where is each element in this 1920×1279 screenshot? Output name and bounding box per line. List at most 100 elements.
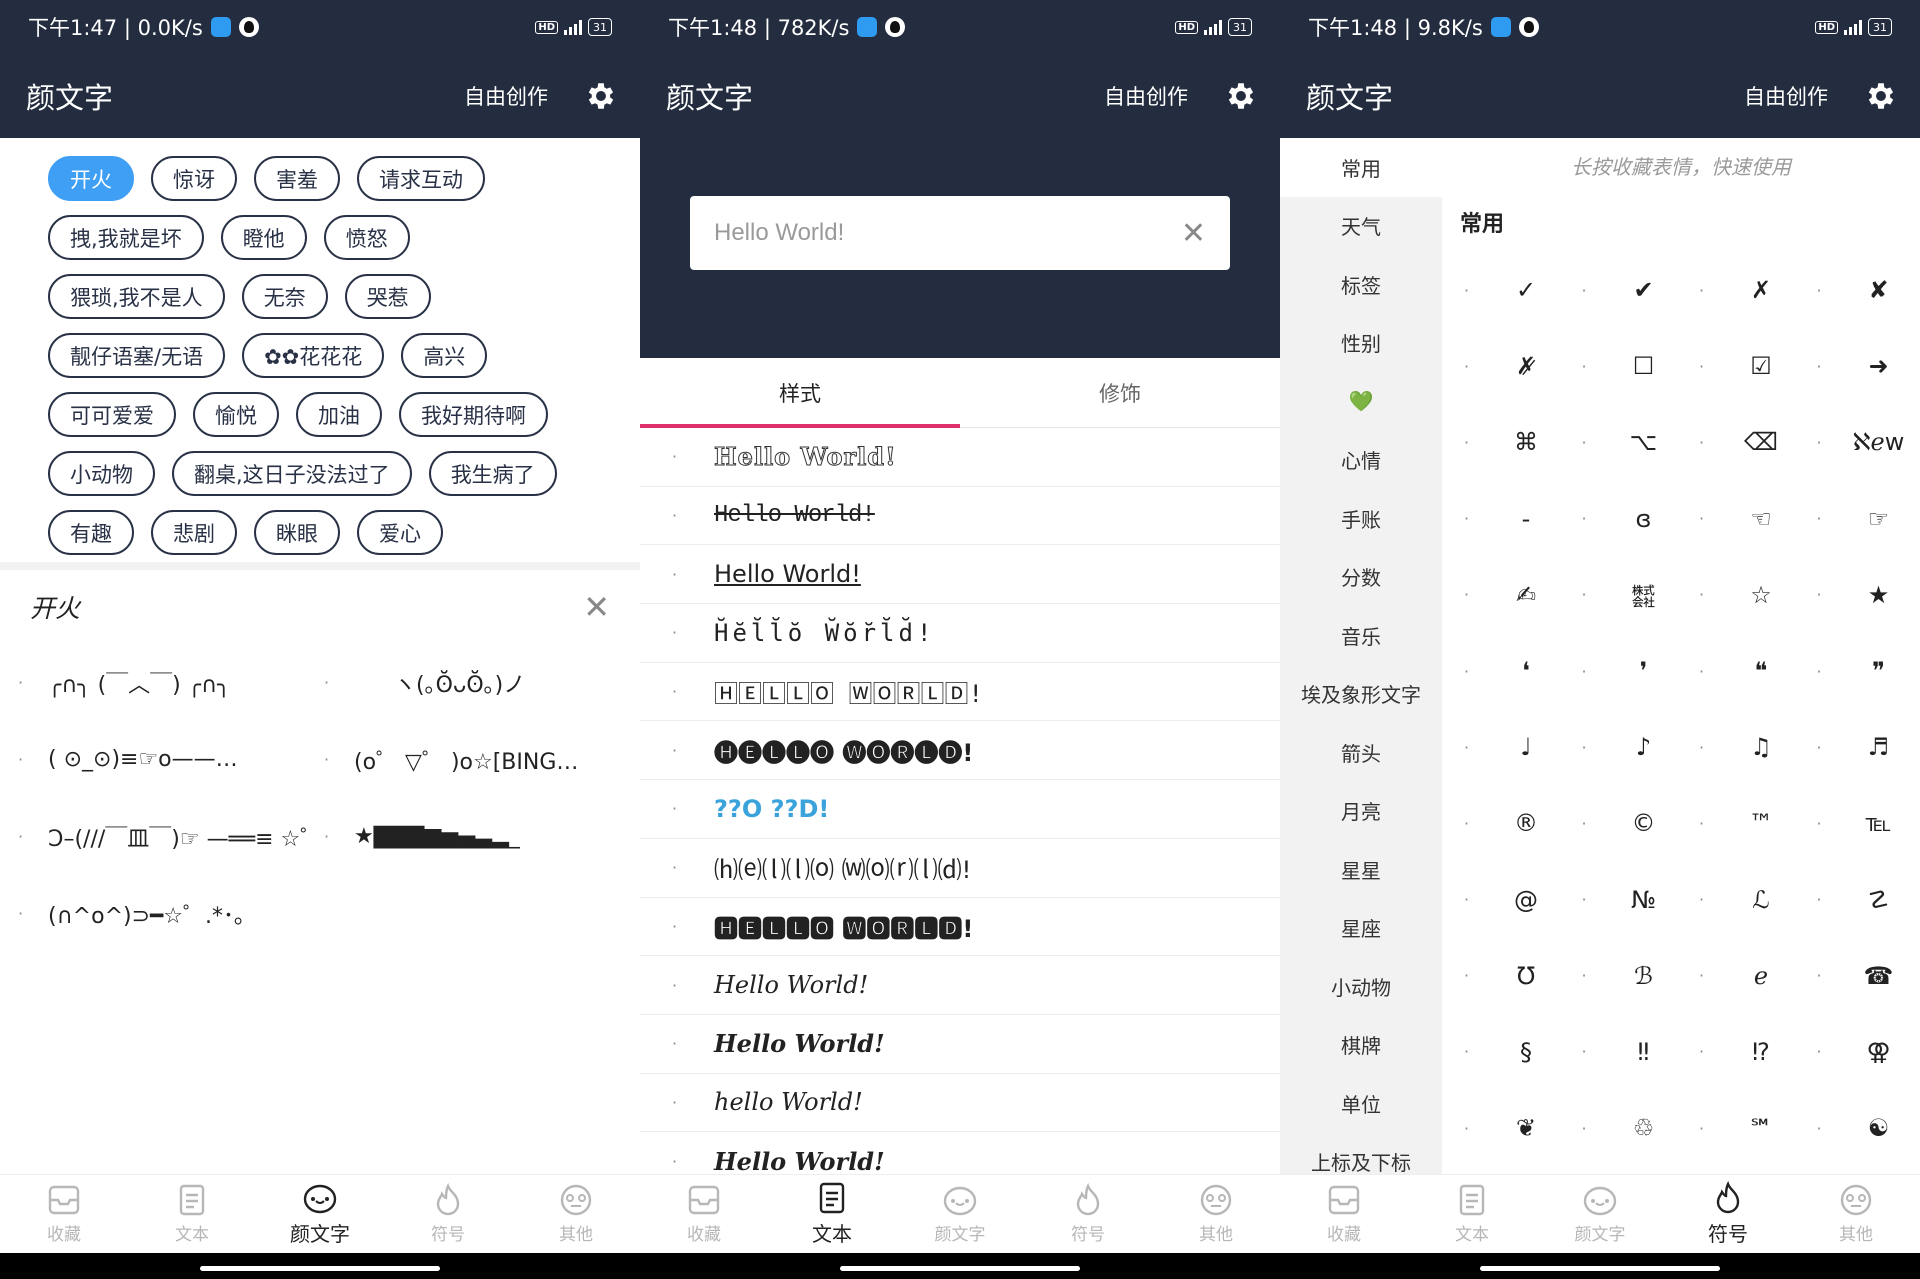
nav-kaomoji[interactable]: 颜文字 <box>1545 1183 1655 1245</box>
nav-symbols[interactable]: 符号 <box>393 1183 503 1245</box>
style-item[interactable]: · Hello World! <box>640 1015 1280 1074</box>
symbol-item[interactable]: · ⌘ <box>1450 404 1568 480</box>
tab-decoration[interactable]: 修饰 <box>960 358 1280 427</box>
tag-chip[interactable]: 爱心 <box>357 510 443 555</box>
home-indicator[interactable] <box>1280 1253 1920 1279</box>
tag-chip[interactable]: 加油 <box>296 392 382 437</box>
symbol-item[interactable]: · ☯ <box>1803 1090 1920 1166</box>
symbol-item[interactable]: · ☡ <box>1803 862 1920 938</box>
gear-icon[interactable] <box>1224 79 1258 113</box>
symbol-item[interactable]: · ⌫ <box>1685 404 1803 480</box>
close-icon[interactable]: ✕ <box>583 588 610 626</box>
symbol-item[interactable]: · § <box>1450 1014 1568 1090</box>
style-item[interactable]: · Hello World! <box>640 1132 1280 1174</box>
nav-symbols[interactable]: 符号 <box>1673 1181 1783 1247</box>
kaomoji-item[interactable]: · ★▇▇▇▆▅▄▃▂_ <box>324 798 630 875</box>
symbol-item[interactable]: · - <box>1450 481 1568 557</box>
symbol-item[interactable]: · ℧ <box>1450 938 1568 1014</box>
category-item[interactable]: 星星 <box>1280 840 1442 899</box>
symbol-item[interactable]: · ♪ <box>1568 709 1686 785</box>
symbol-item[interactable]: · ★ <box>1803 557 1920 633</box>
category-item[interactable]: 上标及下标 <box>1280 1133 1442 1174</box>
symbol-item[interactable]: · ☞ <box>1803 481 1920 557</box>
gear-icon[interactable] <box>584 79 618 113</box>
style-item[interactable]: · Hello World! <box>640 428 1280 487</box>
symbol-item[interactable]: · ☑ <box>1685 328 1803 404</box>
free-create-button[interactable]: 自由创作 <box>1104 81 1188 111</box>
symbol-item[interactable]: · ⌥ <box>1568 404 1686 480</box>
category-item[interactable]: 💚 <box>1280 372 1442 431</box>
symbol-item[interactable]: · ㍿ <box>1568 557 1686 633</box>
tag-chip[interactable]: 请求互动 <box>357 156 485 201</box>
symbol-item[interactable]: · ✓ <box>1450 252 1568 328</box>
tag-chip[interactable]: 我好期待啊 <box>399 392 548 437</box>
tab-style[interactable]: 样式 <box>640 358 960 428</box>
tag-chip[interactable]: 小动物 <box>48 451 155 496</box>
text-input[interactable] <box>714 219 1154 247</box>
nav-text[interactable]: 文本 <box>777 1181 887 1247</box>
symbol-item[interactable]: · ℡ <box>1803 785 1920 861</box>
style-item[interactable]: · 🄷🄴🄻🄻🄾 🅆🄾🅁🄻🄳! <box>640 663 1280 722</box>
nav-kaomoji[interactable]: 颜文字 <box>265 1181 375 1247</box>
symbol-item[interactable]: · ɞ <box>1568 481 1686 557</box>
symbol-item[interactable]: · ® <box>1450 785 1568 861</box>
category-item[interactable]: 天气 <box>1280 197 1442 256</box>
category-item[interactable]: 手账 <box>1280 489 1442 548</box>
category-item[interactable]: 小动物 <box>1280 957 1442 1016</box>
symbol-item[interactable]: · ™ <box>1685 785 1803 861</box>
tag-chip[interactable]: 靓仔语塞/无语 <box>48 333 226 378</box>
category-item[interactable]: 星座 <box>1280 899 1442 958</box>
tag-chip[interactable]: 无奈 <box>241 274 328 319</box>
symbol-item[interactable]: · ℠ <box>1685 1090 1803 1166</box>
kaomoji-item[interactable]: ·( ⊙_⊙)≡☞o——… <box>18 721 324 798</box>
category-item[interactable]: 音乐 <box>1280 606 1442 665</box>
symbol-item[interactable]: · ♬ <box>1803 709 1920 785</box>
symbol-item[interactable]: · ❞ <box>1803 633 1920 709</box>
symbol-item[interactable]: · ❦ <box>1450 1090 1568 1166</box>
nav-text[interactable]: 文本 <box>1417 1183 1527 1245</box>
category-item[interactable]: 棋牌 <box>1280 1016 1442 1075</box>
kaomoji-item[interactable]: · ヽ(｡ʘ̆̆ᴗʘ̆̆｡)ノ <box>324 644 630 721</box>
nav-favorites[interactable]: 收藏 <box>9 1183 119 1245</box>
symbol-item[interactable]: · ☜ <box>1685 481 1803 557</box>
symbol-item[interactable]: · ❜ <box>1568 633 1686 709</box>
symbol-item[interactable]: · ✔ <box>1568 252 1686 328</box>
symbol-item[interactable]: · ⁉ <box>1685 1014 1803 1090</box>
symbol-item[interactable]: · ℵℯw <box>1803 404 1920 480</box>
clear-icon[interactable]: ✕ <box>1181 216 1206 251</box>
tag-chip[interactable]: 开火 <box>48 156 134 201</box>
nav-favorites[interactable]: 收藏 <box>649 1183 759 1245</box>
style-item[interactable]: · ??O ??D! <box>640 780 1280 839</box>
symbol-item[interactable]: · ‼ <box>1568 1014 1686 1090</box>
nav-favorites[interactable]: 收藏 <box>1289 1183 1399 1245</box>
symbol-item[interactable]: · ❛ <box>1450 633 1568 709</box>
tag-chip[interactable]: 惊讶 <box>151 156 237 201</box>
symbol-item[interactable]: · ℒ <box>1685 862 1803 938</box>
kaomoji-item[interactable]: · (∩^o^)⊃━☆゜.*･｡ <box>18 875 324 952</box>
tag-chip[interactable]: 有趣 <box>48 510 134 555</box>
symbol-item[interactable]: · ☎ <box>1803 938 1920 1014</box>
symbol-item[interactable]: · ➜ <box>1803 328 1920 404</box>
style-item[interactable]: · 🅗🅔🅛🅛🅞 🅦🅞🅡🅛🅓! <box>640 721 1280 781</box>
style-item[interactable]: · Hello World! <box>640 545 1280 605</box>
symbol-item[interactable]: · ☐ <box>1568 328 1686 404</box>
category-item[interactable]: 心情 <box>1280 431 1442 490</box>
style-item[interactable]: · 🅷🅴🅻🅻🅾 🆆🅾🆁🅻🅳! <box>640 898 1280 957</box>
category-item[interactable]: 单位 <box>1280 1074 1442 1133</box>
symbol-item[interactable]: · ♩ <box>1450 709 1568 785</box>
kaomoji-item[interactable]: · (o゜ ▽゜ )o☆[BING… <box>324 721 630 798</box>
category-item[interactable]: 性别 <box>1280 314 1442 373</box>
nav-text[interactable]: 文本 <box>137 1183 247 1245</box>
tag-chip[interactable]: 我生病了 <box>428 451 557 496</box>
symbol-item[interactable]: · ✗̷ <box>1450 328 1568 404</box>
style-item[interactable]: · hello World! <box>640 1074 1280 1133</box>
symbol-item[interactable]: · © <box>1568 785 1686 861</box>
category-item[interactable]: 箭头 <box>1280 723 1442 782</box>
style-item[interactable]: · H̆ĕl̆l̆ŏ W̆ŏr̆l̆d̆! <box>640 604 1280 663</box>
tag-chip[interactable]: 翻桌,这日子没法过了 <box>172 451 412 496</box>
kaomoji-item[interactable]: · ╭∩╮ (￣︿￣) ╭∩╮ <box>18 644 324 721</box>
tag-chip[interactable]: 可可爱爱 <box>48 392 176 437</box>
style-item[interactable]: · ⒣⒠⒧⒧⒪ ⒲⒪⒭⒧⒟! <box>640 839 1280 898</box>
nav-other[interactable]: 其他 <box>1161 1183 1271 1245</box>
tag-chip[interactable]: 猥琐,我不是人 <box>48 274 225 319</box>
